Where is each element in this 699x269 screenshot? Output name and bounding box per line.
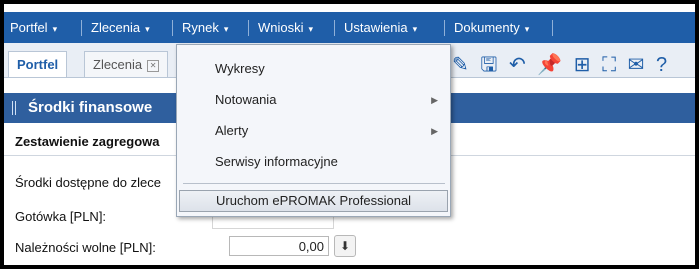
menu-divider — [444, 20, 445, 36]
menu-wnioski[interactable]: Wnioski ▾ — [258, 12, 313, 43]
menu-ustawienia[interactable]: Ustawienia ▾ — [344, 12, 417, 43]
menu-portfel[interactable]: Portfel ▾ — [10, 12, 57, 43]
row-label-available-funds: Środki dostępne do zlece — [15, 175, 161, 190]
app-window: Portfel ▾ Zlecenia ▾ Rynek ▾ Wnioski ▾ Ustaw… — [4, 4, 695, 265]
menu-rynek[interactable]: Rynek ▾ — [182, 12, 228, 43]
download-icon: ⬇ — [339, 239, 351, 253]
undo-icon[interactable]: ↶ — [509, 53, 529, 77]
menu-divider — [81, 20, 82, 36]
submenu-arrow-icon: ▶ — [431, 126, 438, 136]
menu-item-notowania[interactable]: Notowania ▶ — [177, 86, 450, 114]
menu-divider — [183, 183, 445, 184]
menu-item-label: Alerty — [215, 123, 249, 138]
chevron-down-icon: ▾ — [223, 24, 229, 34]
subheader-label: Zestawienie zagregowa — [15, 134, 160, 149]
help-icon[interactable]: ? — [656, 53, 670, 77]
tab-portfel-label: Portfel — [17, 57, 59, 72]
menu-item-label: Wykresy — [215, 61, 265, 76]
menu-item-label: Uruchom ePROMAK Professional — [216, 193, 412, 208]
menu-item-alerty[interactable]: Alerty ▶ — [177, 117, 450, 145]
pencil-icon[interactable]: ✎ — [452, 53, 472, 77]
chevron-down-icon: ▾ — [412, 24, 418, 34]
row-label-receivables: Należności wolne [PLN]: — [15, 240, 156, 255]
menu-item-serwisy[interactable]: Serwisy informacyjne — [177, 148, 450, 176]
grid-icon[interactable]: ⊞ — [574, 53, 594, 77]
pin-icon[interactable]: 📌 — [537, 53, 565, 77]
menu-zlecenia-label: Zlecenia — [91, 20, 141, 35]
chevron-down-icon: ▾ — [308, 24, 314, 34]
menu-dokumenty-label: Dokumenty — [454, 20, 520, 35]
close-icon[interactable]: ✕ — [147, 60, 160, 72]
menu-item-wykresy[interactable]: Wykresy — [177, 55, 450, 83]
save-icon[interactable]: 🖫 — [480, 53, 500, 77]
menu-wnioski-label: Wnioski — [258, 20, 304, 35]
menu-item-label: Serwisy informacyjne — [215, 154, 338, 169]
tab-zlecenia[interactable]: Zlecenia ✕ — [84, 51, 169, 77]
drag-handle-icon[interactable] — [12, 101, 18, 115]
menu-rynek-label: Rynek — [182, 20, 219, 35]
menu-portfel-label: Portfel — [10, 20, 48, 35]
menu-divider — [248, 20, 249, 36]
fullscreen-icon[interactable]: ⛶ — [602, 53, 619, 77]
rynek-dropdown-menu: Wykresy Notowania ▶ Alerty ▶ Serwisy infor… — [176, 44, 451, 217]
main-menubar: Portfel ▾ Zlecenia ▾ Rynek ▾ Wnioski ▾ Ustaw… — [4, 12, 695, 43]
menu-divider — [334, 20, 335, 36]
menu-item-uruchom-epromak[interactable]: Uruchom ePROMAK Professional — [179, 190, 448, 212]
menu-divider — [552, 20, 553, 36]
section-title: Środki finansowe — [28, 99, 153, 116]
row-label-cash: Gotówka [PLN]: — [15, 209, 107, 224]
chevron-down-icon: ▾ — [524, 24, 530, 34]
tab-zlecenia-label: Zlecenia — [93, 57, 143, 72]
menu-zlecenia[interactable]: Zlecenia ▾ — [91, 12, 150, 43]
receivables-value-field[interactable]: 0,00 — [229, 236, 329, 256]
menu-divider — [172, 20, 173, 36]
chevron-down-icon: ▾ — [145, 24, 150, 34]
menu-dokumenty[interactable]: Dokumenty ▾ — [454, 12, 529, 43]
tab-portfel[interactable]: Portfel — [8, 51, 68, 77]
chevron-down-icon: ▾ — [52, 24, 58, 34]
menu-ustawienia-label: Ustawienia — [344, 20, 408, 35]
mail-icon[interactable]: ✉ — [628, 53, 648, 77]
download-button[interactable]: ⬇ — [334, 235, 356, 257]
menu-item-label: Notowania — [215, 92, 277, 107]
toolbar-icons: ✎ 🖫 ↶ 📌 ⊞ ⛶ ✉ ? — [452, 53, 670, 77]
submenu-arrow-icon: ▶ — [431, 95, 438, 105]
